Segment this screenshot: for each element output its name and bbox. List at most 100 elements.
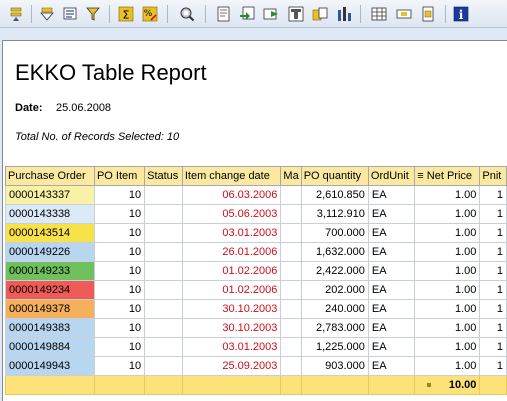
po-item-cell[interactable]: 10 xyxy=(93,242,146,262)
po-item-cell[interactable]: 10 xyxy=(93,318,146,338)
print-preview-icon[interactable] xyxy=(177,4,197,24)
details-icon[interactable]: % xyxy=(140,4,160,24)
price-unit-cell[interactable]: 1 xyxy=(479,318,507,338)
po-quantity-cell[interactable]: 202.000 xyxy=(300,280,369,300)
purchase-order-cell[interactable]: 0000149378 xyxy=(5,299,95,319)
order-unit-cell[interactable]: EA xyxy=(367,223,416,243)
info-icon[interactable]: i xyxy=(451,4,471,24)
purchase-order-cell[interactable]: 0000149383 xyxy=(5,318,95,338)
order-unit-cell[interactable]: EA xyxy=(367,280,416,300)
ma-cell[interactable] xyxy=(280,204,302,224)
po-item-cell[interactable]: 10 xyxy=(93,185,146,205)
choose-layout-icon[interactable] xyxy=(334,4,354,24)
net-price-cell[interactable]: 1.00 xyxy=(414,223,481,243)
po-quantity-cell[interactable]: 1,632.000 xyxy=(300,242,369,262)
po-quantity-cell[interactable]: 2,783.000 xyxy=(300,318,369,338)
purchase-order-cell[interactable]: 0000143337 xyxy=(5,185,95,205)
column-settings-icon[interactable] xyxy=(418,4,438,24)
purchase-order-cell[interactable]: 0000149884 xyxy=(5,337,95,357)
price-unit-cell[interactable]: 1 xyxy=(479,204,507,224)
net-price-cell[interactable]: 1.00 xyxy=(414,261,481,281)
item-change-date-cell[interactable]: 01.02.2006 xyxy=(181,280,282,300)
price-unit-cell[interactable]: 1 xyxy=(479,280,507,300)
subtotal-icon[interactable]: Σ xyxy=(116,4,136,24)
layout-icon[interactable] xyxy=(310,4,330,24)
price-unit-cell[interactable]: 1 xyxy=(479,261,507,281)
graphic-icon[interactable] xyxy=(286,4,306,24)
net-price-cell[interactable]: 1.00 xyxy=(414,280,481,300)
order-unit-cell[interactable]: EA xyxy=(367,337,416,357)
table-row[interactable]: 0000149383 10 30.10.2003 2,783.000 EA 1.00 1 xyxy=(5,318,507,338)
po-item-cell[interactable]: 10 xyxy=(93,337,146,357)
item-change-date-cell[interactable]: 30.10.2003 xyxy=(181,318,282,338)
status-cell[interactable] xyxy=(144,242,183,262)
net-price-cell[interactable]: 1.00 xyxy=(414,299,481,319)
item-change-date-cell[interactable]: 03.01.2003 xyxy=(181,337,282,357)
po-item-cell[interactable]: 10 xyxy=(93,204,146,224)
price-unit-cell[interactable]: 1 xyxy=(479,223,507,243)
po-item-cell[interactable]: 10 xyxy=(93,299,146,319)
po-quantity-cell[interactable]: 2,610.850 xyxy=(300,185,369,205)
po-quantity-cell[interactable]: 2,422.000 xyxy=(300,261,369,281)
net-price-cell[interactable]: 1.00 xyxy=(414,337,481,357)
item-change-date-cell[interactable]: 01.02.2006 xyxy=(181,261,282,281)
column-header[interactable]: OrdUnit xyxy=(367,166,416,186)
table-row[interactable]: 0000143338 10 05.06.2003 3,112.910 EA 1.00 1 xyxy=(5,204,507,224)
order-unit-cell[interactable]: EA xyxy=(367,185,416,205)
net-price-cell[interactable]: 1.00 xyxy=(414,318,481,338)
table-row[interactable]: 0000149378 10 30.10.2003 240.000 EA 1.00 1 xyxy=(5,299,507,319)
status-cell[interactable] xyxy=(144,223,183,243)
net-price-cell[interactable]: 1.00 xyxy=(414,185,481,205)
grid-settings-icon[interactable] xyxy=(394,4,414,24)
po-quantity-cell[interactable]: 1,225.000 xyxy=(300,337,369,357)
table-row[interactable]: 0000143337 10 06.03.2006 2,610.850 EA 1.00 1 xyxy=(5,185,507,205)
price-unit-cell[interactable]: 1 xyxy=(479,242,507,262)
purchase-order-cell[interactable]: 0000149234 xyxy=(5,280,95,300)
table-row[interactable]: 0000149943 10 25.09.2003 903.000 EA 1.00 1 xyxy=(5,356,507,376)
save-layout-icon[interactable] xyxy=(369,4,389,24)
price-unit-cell[interactable]: 1 xyxy=(479,185,507,205)
po-item-cell[interactable]: 10 xyxy=(93,223,146,243)
column-header[interactable]: PO Item xyxy=(93,166,146,186)
status-cell[interactable] xyxy=(144,337,183,357)
item-change-date-cell[interactable]: 03.01.2003 xyxy=(181,223,282,243)
column-header[interactable]: Ma xyxy=(280,166,302,186)
status-cell[interactable] xyxy=(144,280,183,300)
table-row[interactable]: 0000149226 10 26.01.2006 1,632.000 EA 1.00 1 xyxy=(5,242,507,262)
column-header[interactable]: PO quantity xyxy=(300,166,369,186)
ma-cell[interactable] xyxy=(280,223,302,243)
table-row[interactable]: 0000149234 10 01.02.2006 202.000 EA 1.00 1 xyxy=(5,280,507,300)
ma-cell[interactable] xyxy=(280,242,302,262)
table-row[interactable]: 0000143514 10 03.01.2003 700.000 EA 1.00 1 xyxy=(5,223,507,243)
item-change-date-cell[interactable]: 26.01.2006 xyxy=(181,242,282,262)
po-quantity-cell[interactable]: 240.000 xyxy=(300,299,369,319)
net-price-cell[interactable]: 1.00 xyxy=(414,242,481,262)
order-unit-cell[interactable]: EA xyxy=(367,356,416,376)
order-unit-cell[interactable]: EA xyxy=(367,318,416,338)
ma-cell[interactable] xyxy=(280,356,302,376)
item-change-date-cell[interactable]: 06.03.2006 xyxy=(181,185,282,205)
column-header[interactable]: ≡ Net Price xyxy=(414,166,481,186)
column-header[interactable]: Item change date xyxy=(181,166,282,186)
purchase-order-cell[interactable]: 0000149226 xyxy=(5,242,95,262)
price-unit-cell[interactable]: 1 xyxy=(479,356,507,376)
purchase-order-cell[interactable]: 0000149943 xyxy=(5,356,95,376)
item-change-date-cell[interactable]: 25.09.2003 xyxy=(181,356,282,376)
mail-icon[interactable] xyxy=(261,4,281,24)
status-cell[interactable] xyxy=(144,185,183,205)
column-header[interactable]: Pnit xyxy=(479,166,507,186)
po-item-cell[interactable]: 10 xyxy=(93,356,146,376)
filter-icon[interactable] xyxy=(60,4,80,24)
ma-cell[interactable] xyxy=(280,299,302,319)
table-row[interactable]: 0000149884 10 03.01.2003 1,225.000 EA 1.00 1 xyxy=(5,337,507,357)
purchase-order-cell[interactable]: 0000143514 xyxy=(5,223,95,243)
net-price-cell[interactable]: 1.00 xyxy=(414,356,481,376)
ma-cell[interactable] xyxy=(280,261,302,281)
table-row[interactable]: 0000149233 10 01.02.2006 2,422.000 EA 1.00 1 xyxy=(5,261,507,281)
word-processing-icon[interactable] xyxy=(237,4,257,24)
sort-ascending-icon[interactable] xyxy=(6,4,26,24)
column-header[interactable]: Status xyxy=(144,166,183,186)
ma-cell[interactable] xyxy=(280,318,302,338)
net-price-cell[interactable]: 1.00 xyxy=(414,204,481,224)
order-unit-cell[interactable]: EA xyxy=(367,242,416,262)
